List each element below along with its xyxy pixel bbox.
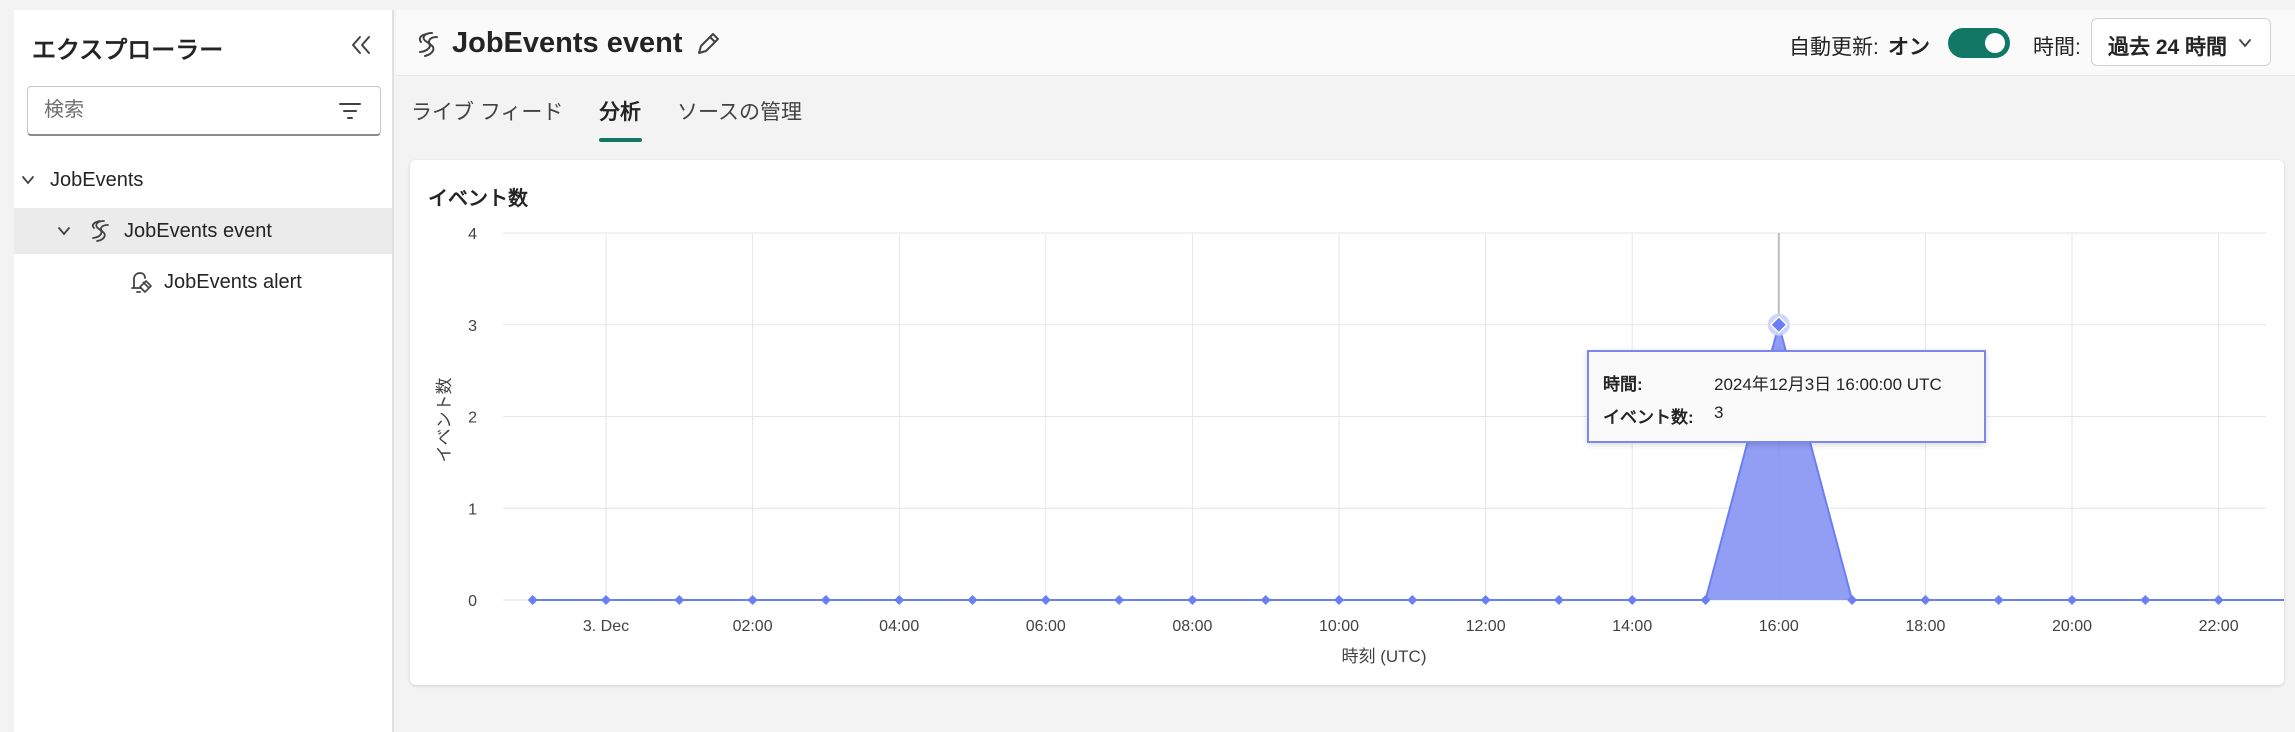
eventstream-icon (418, 32, 438, 57)
data-point (1260, 595, 1271, 605)
y-tick-label: 0 (468, 593, 477, 610)
tree-item-label: JobEvents (50, 168, 144, 191)
x-tick-label: 16:00 (1759, 618, 1799, 635)
collapse-double-chevron-icon[interactable] (348, 32, 374, 58)
data-point (1114, 595, 1125, 605)
explorer-title: エクスプローラー (32, 37, 224, 64)
y-tick-label: 3 (468, 318, 477, 335)
chevron-down-icon (2239, 39, 2251, 48)
tree-item-jobevents-alert[interactable]: JobEvents alert (14, 259, 392, 305)
search-input[interactable] (44, 87, 334, 133)
eventstream-icon (91, 220, 109, 242)
data-point (674, 595, 685, 605)
tooltip-time-label: 時間: (1603, 375, 1643, 394)
y-axis-label: イベント数 (435, 378, 454, 463)
x-tick-label: 14:00 (1612, 618, 1652, 635)
data-point (1334, 595, 1344, 605)
x-tick-label: 08:00 (1172, 618, 1212, 635)
time-range-dropdown[interactable]: 過去 24 時間 (2091, 18, 2271, 66)
x-tick-label: 04:00 (879, 618, 919, 635)
auto-refresh-toggle[interactable] (1948, 28, 2010, 58)
alert-rule-icon (131, 272, 152, 293)
time-range-value: 過去 24 時間 (2108, 36, 2228, 59)
data-point (747, 595, 758, 605)
auto-refresh-label: 自動更新: (1789, 36, 1879, 59)
data-point (2067, 595, 2077, 605)
explorer-sidebar: エクスプローラー JobEvents JobEvents event JobEv… (14, 10, 394, 732)
event-count-chart: 0 1 2 3 4 3. Dec 02:00 04:00 06:00 08:00 10:00 12:0… (435, 226, 2284, 666)
data-point (1627, 595, 1638, 605)
tab-analytics[interactable]: 分析 (599, 96, 641, 126)
edit-pencil-icon[interactable] (694, 30, 722, 58)
data-point (1187, 595, 1198, 605)
data-point (820, 595, 831, 605)
x-tick-label: 10:00 (1319, 618, 1359, 635)
event-count-card: イベント数 0 1 2 3 4 3. Dec 02:00 04:00 06:00 08:00 10:… (410, 160, 2284, 685)
data-point (1553, 595, 1564, 605)
data-point (1920, 595, 1931, 605)
tab-live-feed[interactable]: ライブ フィード (411, 96, 563, 126)
x-tick-label: 22:00 (2199, 618, 2239, 635)
y-tick-label: 4 (468, 226, 477, 243)
chevron-down-icon[interactable] (20, 172, 36, 188)
data-point (527, 595, 538, 605)
tree-item-jobevents[interactable]: JobEvents (14, 157, 392, 203)
page-title: JobEvents event (452, 27, 683, 59)
series-line (532, 320, 2284, 601)
x-tick-label: 12:00 (1466, 618, 1506, 635)
x-axis-label: 時刻 (UTC) (1342, 647, 1427, 666)
data-point (2140, 595, 2151, 605)
chevron-down-icon[interactable] (56, 223, 72, 239)
x-tick-label: 20:00 (2052, 618, 2092, 635)
time-range-label: 時間: (2033, 36, 2081, 59)
y-tick-label: 1 (468, 501, 477, 518)
x-tick-label: 02:00 (733, 618, 773, 635)
active-tab-indicator (599, 138, 642, 142)
tree-item-jobevents-event[interactable]: JobEvents event (14, 208, 392, 254)
data-point (894, 595, 905, 605)
page-header: JobEvents event 自動更新: オン 時間: 過去 24 時間 (396, 10, 2295, 76)
toggle-knob (1985, 33, 2005, 53)
tooltip-count-label: イベント数: (1603, 408, 1694, 427)
data-point (1407, 595, 1418, 605)
filter-icon[interactable] (338, 100, 362, 122)
tooltip-time-value: 2024年12月3日 16:00:00 UTC (1714, 375, 1942, 394)
x-tick-label: 06:00 (1026, 618, 1066, 635)
series-area (532, 324, 2284, 600)
y-tick-label: 2 (468, 410, 477, 427)
x-tick-label: 3. Dec (583, 618, 629, 635)
tab-source-management[interactable]: ソースの管理 (677, 96, 802, 126)
search-box[interactable] (27, 86, 381, 136)
data-point (1040, 595, 1051, 605)
x-tick-label: 18:00 (1905, 618, 1945, 635)
tree-item-label: JobEvents event (124, 219, 272, 242)
chart-tooltip: 時間: 2024年12月3日 16:00:00 UTC イベント数: 3 (1587, 350, 1986, 443)
data-point (1480, 595, 1491, 605)
data-point (2213, 595, 2224, 605)
tree-item-label: JobEvents alert (164, 270, 302, 293)
data-point (601, 595, 611, 605)
auto-refresh-value: オン (1888, 36, 1930, 59)
data-point (967, 595, 978, 605)
data-point (1993, 595, 2004, 605)
tooltip-count-value: 3 (1714, 403, 1724, 422)
